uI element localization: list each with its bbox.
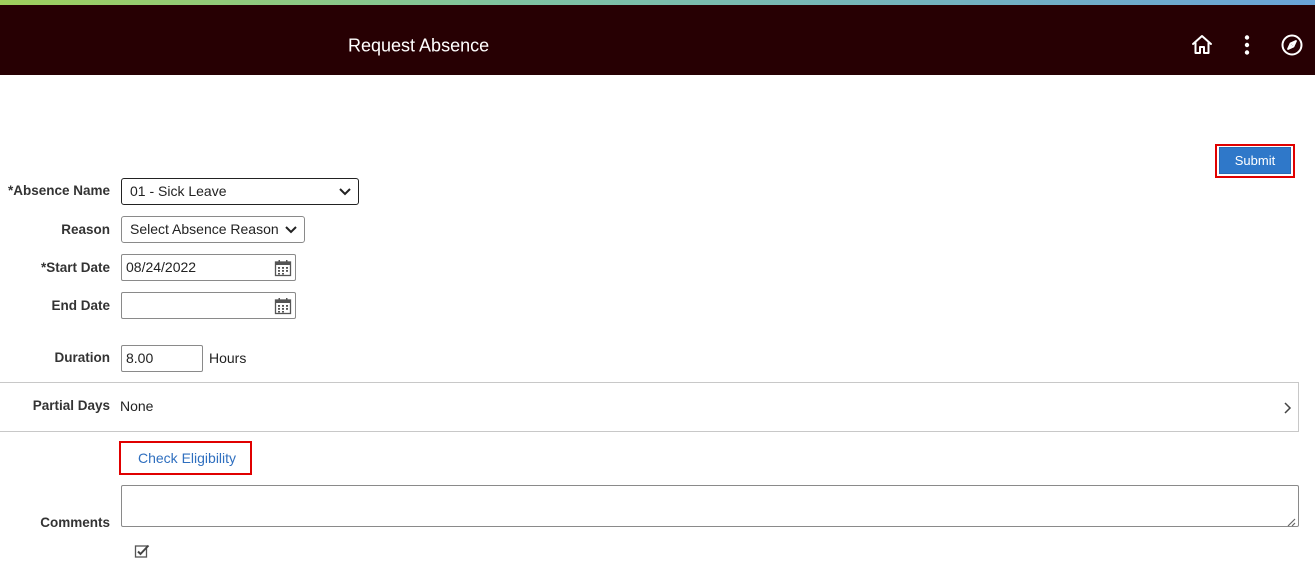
partial-days-label: Partial Days <box>32 398 110 413</box>
navbar-compass-icon[interactable] <box>1280 33 1304 57</box>
chevron-down-icon <box>284 218 298 242</box>
actions-menu-icon[interactable] <box>1235 33 1259 57</box>
duration-unit: Hours <box>209 350 247 366</box>
duration-value: 8.00 <box>126 350 154 366</box>
end-date-label: End Date <box>51 298 110 313</box>
chevron-right-icon <box>1282 401 1292 420</box>
reason-label: Reason <box>61 222 110 237</box>
request-absence-page: Request Absence Submit *Absence Name 01 … <box>0 0 1315 569</box>
resize-grip-icon[interactable] <box>1286 514 1296 527</box>
duration-label: Duration <box>54 350 111 365</box>
reason-select[interactable]: Select Absence Reason <box>121 216 305 243</box>
start-date-label-text: Start Date <box>46 260 110 275</box>
absence-name-select[interactable]: 01 - Sick Leave <box>121 178 359 205</box>
reason-value: Select Absence Reason <box>130 221 279 237</box>
page-title: Request Absence <box>348 35 490 56</box>
end-date-input[interactable] <box>121 292 296 319</box>
absence-name-value: 01 - Sick Leave <box>130 183 227 199</box>
absence-name-label: *Absence Name <box>0 183 110 199</box>
check-eligibility-link[interactable]: Check Eligibility <box>138 450 236 466</box>
start-date-label: *Start Date <box>0 260 110 276</box>
submit-button[interactable]: Submit <box>1219 147 1291 174</box>
calendar-icon[interactable] <box>274 259 292 277</box>
start-date-value: 08/24/2022 <box>126 259 197 275</box>
spell-check-icon[interactable] <box>134 543 150 559</box>
calendar-icon[interactable] <box>274 297 292 315</box>
partial-days-value: None <box>120 398 154 414</box>
comments-label: Comments <box>40 515 110 530</box>
start-date-input[interactable]: 08/24/2022 <box>121 254 296 281</box>
duration-input[interactable]: 8.00 <box>121 345 203 372</box>
absence-name-label-text: Absence Name <box>13 183 110 198</box>
page-header: Request Absence <box>0 5 1315 75</box>
partial-days-row[interactable]: Partial Days None <box>0 382 1299 432</box>
comments-textarea[interactable] <box>121 485 1299 527</box>
chevron-down-icon <box>338 180 352 204</box>
home-icon[interactable] <box>1190 33 1214 57</box>
